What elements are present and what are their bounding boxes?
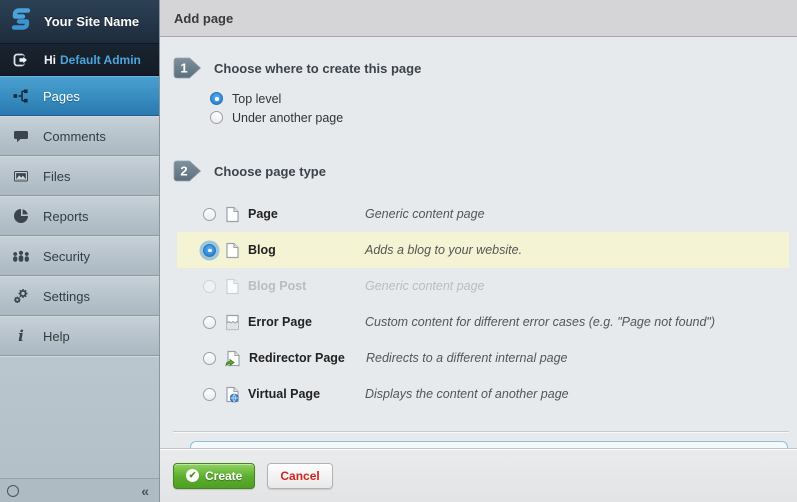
step-1-badge: 1 <box>173 57 202 79</box>
top-level-radio[interactable] <box>210 92 223 105</box>
sidebar-item-files[interactable]: Files <box>0 156 159 196</box>
sidebar-item-label: Help <box>43 328 70 344</box>
page-radio[interactable] <box>203 207 216 221</box>
page-type-row-page[interactable]: Page Generic content page <box>160 196 797 232</box>
create-button[interactable]: ✔ Create <box>173 462 256 489</box>
add-page-window: Your Site Name Hi Default Admin Pages Co… <box>0 0 797 502</box>
page-icon <box>225 242 240 259</box>
sidebar-footer: « <box>0 478 159 502</box>
sidebar-item-help[interactable]: i Help <box>0 316 159 356</box>
sidebar-item-label: Settings <box>43 288 90 304</box>
sidebar-filler <box>0 356 159 478</box>
virtual-page-icon <box>225 386 240 403</box>
logout-icon[interactable] <box>13 52 30 68</box>
step-1-header: 1 Choose where to create this page <box>173 57 797 79</box>
user-row: Hi Default Admin <box>0 44 159 76</box>
blog-radio[interactable] <box>203 243 216 257</box>
gears-icon <box>11 288 31 304</box>
virtual-page-radio[interactable] <box>203 387 216 401</box>
image-icon <box>11 168 31 184</box>
site-logo-icon <box>9 6 33 37</box>
page-type-list: Page Generic content page Blog Adds a bl… <box>160 196 797 412</box>
sidebar-item-comments[interactable]: Comments <box>0 116 159 156</box>
sitemap-icon <box>11 88 31 104</box>
page-header: Add page <box>160 0 797 37</box>
page-type-row-virtual-page[interactable]: Virtual Page Displays the content of ano… <box>160 376 797 412</box>
page-type-row-error-page[interactable]: Error Page Custom content for different … <box>160 304 797 340</box>
sidebar-item-settings[interactable]: Settings <box>0 276 159 316</box>
sidebar-item-label: Comments <box>43 128 106 144</box>
sidebar-item-label: Security <box>43 248 90 264</box>
page-title: Add page <box>174 10 234 26</box>
status-circle-icon[interactable] <box>7 484 19 497</box>
page-icon <box>225 206 240 223</box>
option-under-another-page[interactable]: Under another page <box>210 108 797 127</box>
greeting-text: Hi <box>44 52 56 67</box>
step-2-title: Choose page type <box>214 163 326 179</box>
sidebar-item-label: Files <box>43 168 71 184</box>
sidebar: Your Site Name Hi Default Admin Pages Co… <box>0 0 160 502</box>
info-icon: i <box>18 327 24 345</box>
location-options: Top level Under another page <box>210 89 797 127</box>
user-name-link[interactable]: Default Admin <box>60 53 141 67</box>
piechart-icon <box>11 208 31 224</box>
redirect-page-icon <box>225 350 241 367</box>
page-type-row-blog-post: Blog Post Generic content page <box>160 268 797 304</box>
page-icon-disabled <box>225 278 240 295</box>
people-icon <box>11 248 31 264</box>
cancel-button[interactable]: Cancel <box>267 462 333 489</box>
error-page-radio[interactable] <box>203 315 216 329</box>
sidebar-item-pages[interactable]: Pages <box>0 76 159 116</box>
sidebar-item-security[interactable]: Security <box>0 236 159 276</box>
sidebar-nav: Pages Comments Files Reports Security Se… <box>0 76 159 356</box>
main-panel: Add page 1 Choose where to create this p… <box>160 0 797 502</box>
sidebar-item-reports[interactable]: Reports <box>0 196 159 236</box>
page-type-row-redirector-page[interactable]: Redirector Page Redirects to a different… <box>160 340 797 376</box>
redirector-page-radio[interactable] <box>203 351 216 365</box>
step-1-title: Choose where to create this page <box>214 60 422 76</box>
error-page-icon <box>225 314 240 331</box>
page-type-row-blog[interactable]: Blog Adds a blog to your website. <box>177 232 789 268</box>
collapse-sidebar-icon[interactable]: « <box>141 484 149 498</box>
site-brand[interactable]: Your Site Name <box>0 0 159 44</box>
step-2-badge: 2 <box>173 160 202 182</box>
hidden-panel-edge <box>190 441 788 448</box>
sidebar-item-label: Reports <box>43 208 89 224</box>
svg-text:2: 2 <box>180 164 187 179</box>
option-top-level[interactable]: Top level <box>210 89 797 108</box>
sidebar-item-label: Pages <box>43 88 80 104</box>
svg-text:1: 1 <box>180 61 187 76</box>
form-footer: ✔ Create Cancel <box>160 448 797 502</box>
under-another-page-radio[interactable] <box>210 111 223 124</box>
section-divider <box>173 431 789 433</box>
site-name: Your Site Name <box>44 14 140 29</box>
comment-icon <box>11 128 31 144</box>
blog-post-radio <box>203 279 216 293</box>
add-page-form: 1 Choose where to create this page Top l… <box>160 37 797 448</box>
check-icon: ✔ <box>186 469 199 482</box>
step-2-header: 2 Choose page type <box>173 160 797 182</box>
